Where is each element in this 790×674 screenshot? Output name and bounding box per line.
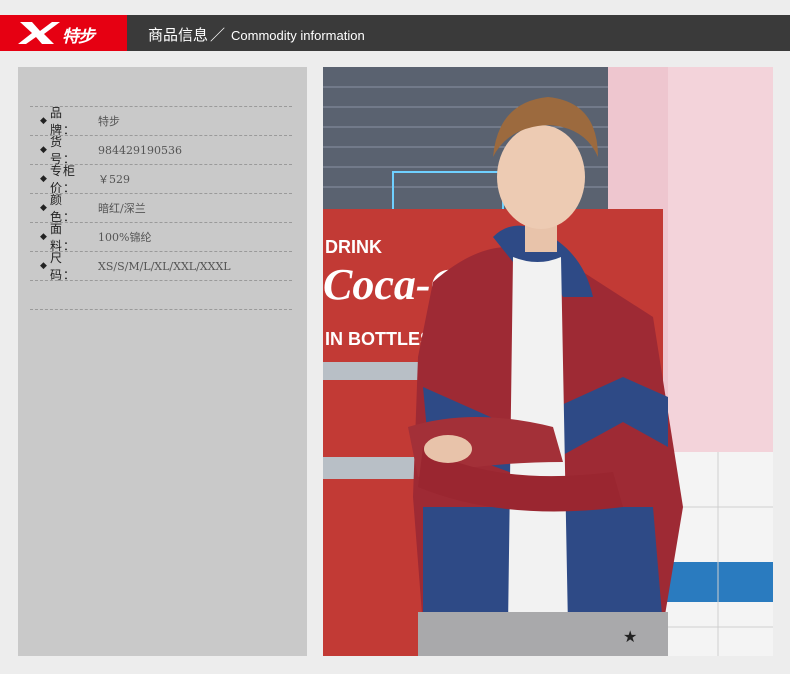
spec-value: 暗红/深兰: [98, 202, 146, 215]
diamond-bullet-icon: ◆: [40, 174, 47, 184]
spec-row-fabric: ◆ 面 料： 100%锦纶: [30, 222, 292, 253]
product-photo[interactable]: DRINK Coca-Cola IN BOTTLES ★: [323, 67, 773, 656]
brand-logo[interactable]: 特步: [0, 15, 127, 51]
title-english: Commodity information: [231, 28, 365, 43]
spec-value: 特步: [98, 115, 120, 128]
sign-text-bottles: IN BOTTLES: [325, 329, 432, 349]
spec-row-price: ◆ 专柜价： ￥529: [30, 164, 292, 195]
diamond-bullet-icon: ◆: [40, 261, 47, 271]
spec-row-size: ◆ 尺 码： XS/S/M/L/XL/XXL/XXXL: [30, 251, 292, 282]
spec-value: XS/S/M/L/XL/XXL/XXXL: [98, 259, 231, 273]
x-logo-icon: [18, 22, 60, 44]
diamond-bullet-icon: ◆: [40, 203, 47, 213]
brand-logo-text: 特步: [62, 27, 95, 47]
spec-row-color: ◆ 颜 色： 暗红/深兰: [30, 193, 292, 224]
diamond-bullet-icon: ◆: [40, 232, 47, 242]
header-bar: 特步 商品信息／ Commodity information: [0, 15, 790, 51]
star-pattern-icon: ★: [623, 627, 637, 646]
spec-value: ￥529: [98, 173, 130, 186]
section-title: 商品信息／ Commodity information: [148, 24, 365, 45]
sign-text-drink: DRINK: [325, 237, 382, 257]
title-chinese: 商品信息: [148, 26, 209, 44]
diamond-bullet-icon: ◆: [40, 116, 47, 126]
model-photo-illustration: DRINK Coca-Cola IN BOTTLES ★: [323, 67, 773, 656]
title-slash: ／: [210, 26, 226, 44]
spec-row-brand: ◆ 品 牌： 特步: [30, 106, 292, 137]
spec-value: 984429190536: [98, 143, 182, 157]
spec-row-empty: [30, 281, 292, 310]
spec-value: 100%锦纶: [98, 231, 152, 244]
spec-table: ◆ 品 牌： 特步 ◆ 货 号： 984429190536 ◆ 专柜价： ￥52…: [30, 106, 292, 310]
spec-label: 尺 码：: [50, 251, 77, 282]
spec-row-item-number: ◆ 货 号： 984429190536: [30, 135, 292, 166]
spec-panel: ◆ 品 牌： 特步 ◆ 货 号： 984429190536 ◆ 专柜价： ￥52…: [18, 67, 307, 656]
diamond-bullet-icon: ◆: [40, 145, 47, 155]
